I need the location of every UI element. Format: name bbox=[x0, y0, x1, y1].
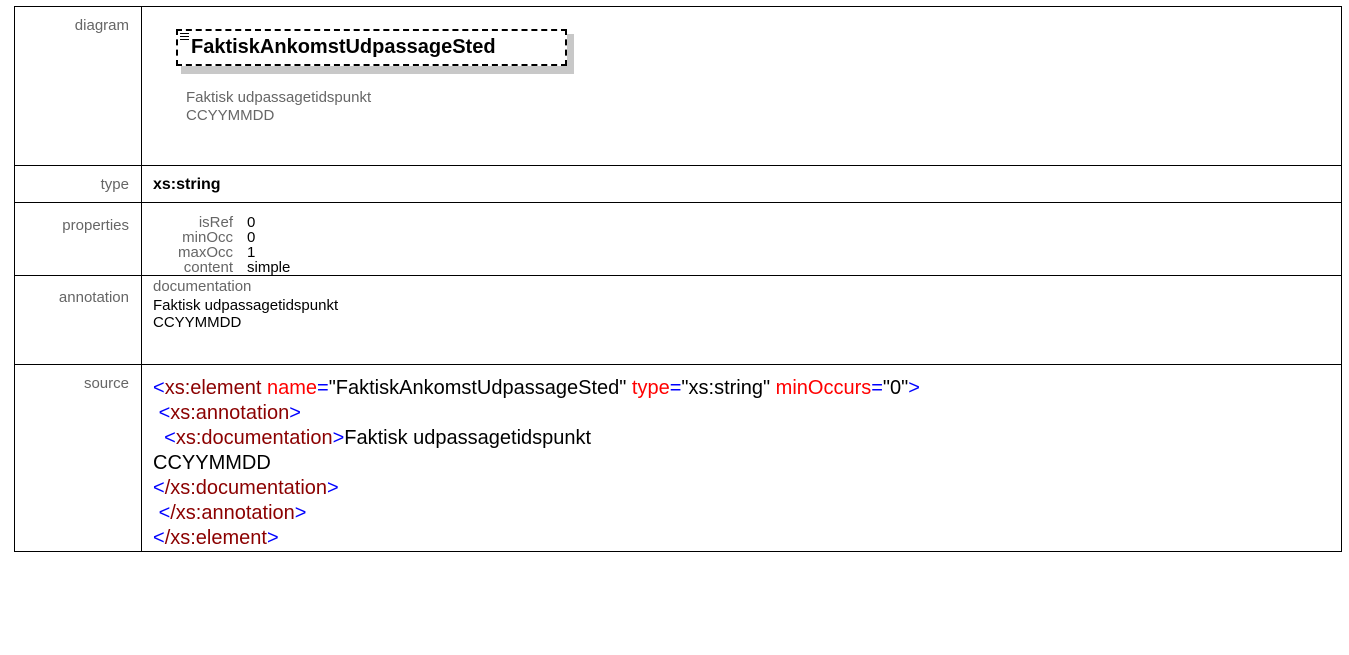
element-box[interactable]: FaktiskAnkomstUdpassageSted bbox=[176, 29, 567, 66]
row-type: type xs:string bbox=[14, 165, 1342, 203]
element-diagram: FaktiskAnkomstUdpassageSted Faktisk udpa… bbox=[153, 7, 1341, 165]
prop-key: content bbox=[183, 259, 233, 276]
src-attr: name bbox=[266, 377, 317, 399]
annotation-line: Faktisk udpassagetidspunkt bbox=[153, 297, 339, 314]
annotation-line: CCYYMMDD bbox=[153, 314, 242, 331]
prop-value: 0 bbox=[247, 214, 256, 231]
prop-value: simple bbox=[247, 259, 291, 276]
properties-grid: isRef 0 minOcc 0 maxOcc 1 content simple bbox=[153, 203, 1341, 275]
type-value: xs:string bbox=[153, 176, 221, 193]
diagram-doc-line: CCYYMMDD bbox=[186, 107, 275, 124]
element-name: FaktiskAnkomstUdpassageSted bbox=[191, 36, 496, 58]
row-label: type bbox=[14, 165, 142, 203]
schema-doc-table: diagram FaktiskAnkomstUdpassageSted Fakt… bbox=[14, 6, 1342, 552]
row-label: annotation bbox=[14, 275, 142, 365]
src-tag: xs:documentation bbox=[175, 427, 333, 449]
prop-key: isRef bbox=[198, 214, 233, 231]
properties-cell: isRef 0 minOcc 0 maxOcc 1 content simple bbox=[141, 202, 1342, 276]
annotation-heading: documentation bbox=[153, 278, 252, 295]
row-label: diagram bbox=[14, 6, 142, 166]
prop-key: maxOcc bbox=[177, 244, 233, 261]
src-tag: /xs:documentation bbox=[164, 477, 328, 499]
row-source: source <xs:element name="FaktiskAnkomstU… bbox=[14, 364, 1342, 552]
src-attr-value: "FaktiskAnkomstUdpassageSted" bbox=[328, 377, 627, 399]
src-tag: /xs:annotation bbox=[170, 502, 295, 524]
row-properties: properties isRef 0 minOcc 0 maxOcc 1 con… bbox=[14, 202, 1342, 276]
row-label: properties bbox=[14, 202, 142, 276]
annotation-cell: documentation Faktisk udpassagetidspunkt… bbox=[141, 275, 1342, 365]
source-code: <xs:element name="FaktiskAnkomstUdpassag… bbox=[153, 377, 920, 549]
src-attr-value: "0" bbox=[882, 377, 909, 399]
src-attr-value: "xs:string" bbox=[681, 377, 771, 399]
src-tag: /xs:element bbox=[164, 527, 267, 549]
src-tag: xs:annotation bbox=[170, 402, 290, 424]
element-lines-icon bbox=[180, 33, 189, 41]
diagram-doc-line: Faktisk udpassagetidspunkt bbox=[186, 89, 372, 106]
row-annotation: annotation documentation Faktisk udpassa… bbox=[14, 275, 1342, 365]
source-cell: <xs:element name="FaktiskAnkomstUdpassag… bbox=[141, 364, 1342, 552]
type-cell: xs:string bbox=[141, 165, 1342, 203]
diagram-cell: FaktiskAnkomstUdpassageSted Faktisk udpa… bbox=[141, 6, 1342, 166]
src-attr: minOccurs bbox=[775, 377, 872, 399]
row-diagram: diagram FaktiskAnkomstUdpassageSted Fakt… bbox=[14, 6, 1342, 166]
row-label: source bbox=[14, 364, 142, 552]
diagram-documentation: Faktisk udpassagetidspunkt CCYYMMDD bbox=[186, 89, 371, 125]
prop-key: minOcc bbox=[182, 229, 233, 246]
annotation-body: Faktisk udpassagetidspunkt CCYYMMDD bbox=[153, 295, 1341, 331]
src-attr: type bbox=[631, 377, 670, 399]
prop-value: 0 bbox=[247, 229, 256, 246]
src-text: CCYYMMDD bbox=[153, 452, 271, 474]
src-tag: xs:element bbox=[164, 377, 262, 399]
src-text: Faktisk udpassagetidspunkt bbox=[344, 427, 592, 449]
prop-value: 1 bbox=[247, 244, 256, 261]
